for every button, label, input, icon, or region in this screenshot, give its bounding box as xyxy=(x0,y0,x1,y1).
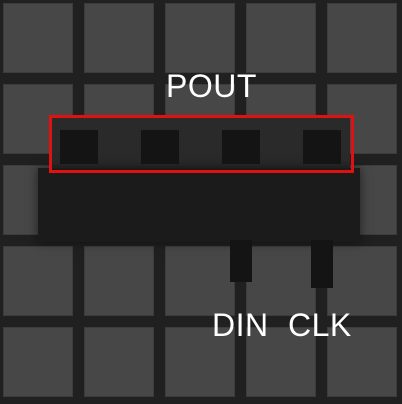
grid-tile xyxy=(165,246,235,316)
grid-tile xyxy=(327,246,397,316)
clk-label: CLK xyxy=(288,307,352,343)
grid-tile xyxy=(84,3,154,73)
grid-tile xyxy=(246,246,316,316)
shift-register-chip[interactable] xyxy=(38,168,360,242)
grid-tile xyxy=(3,3,73,73)
grid-tile xyxy=(84,246,154,316)
grid-tile xyxy=(327,3,397,73)
din-pin[interactable] xyxy=(230,240,252,282)
grid-tile xyxy=(3,246,73,316)
clk-pin[interactable] xyxy=(311,240,333,288)
pout-highlight-box xyxy=(49,115,354,173)
grid-tile xyxy=(165,3,235,73)
grid-tile xyxy=(246,3,316,73)
canvas: POUT DIN CLK xyxy=(0,0,402,404)
pout-label: POUT xyxy=(166,68,257,104)
grid-tile xyxy=(3,327,73,397)
din-label: DIN xyxy=(212,307,269,343)
grid-tile xyxy=(84,327,154,397)
